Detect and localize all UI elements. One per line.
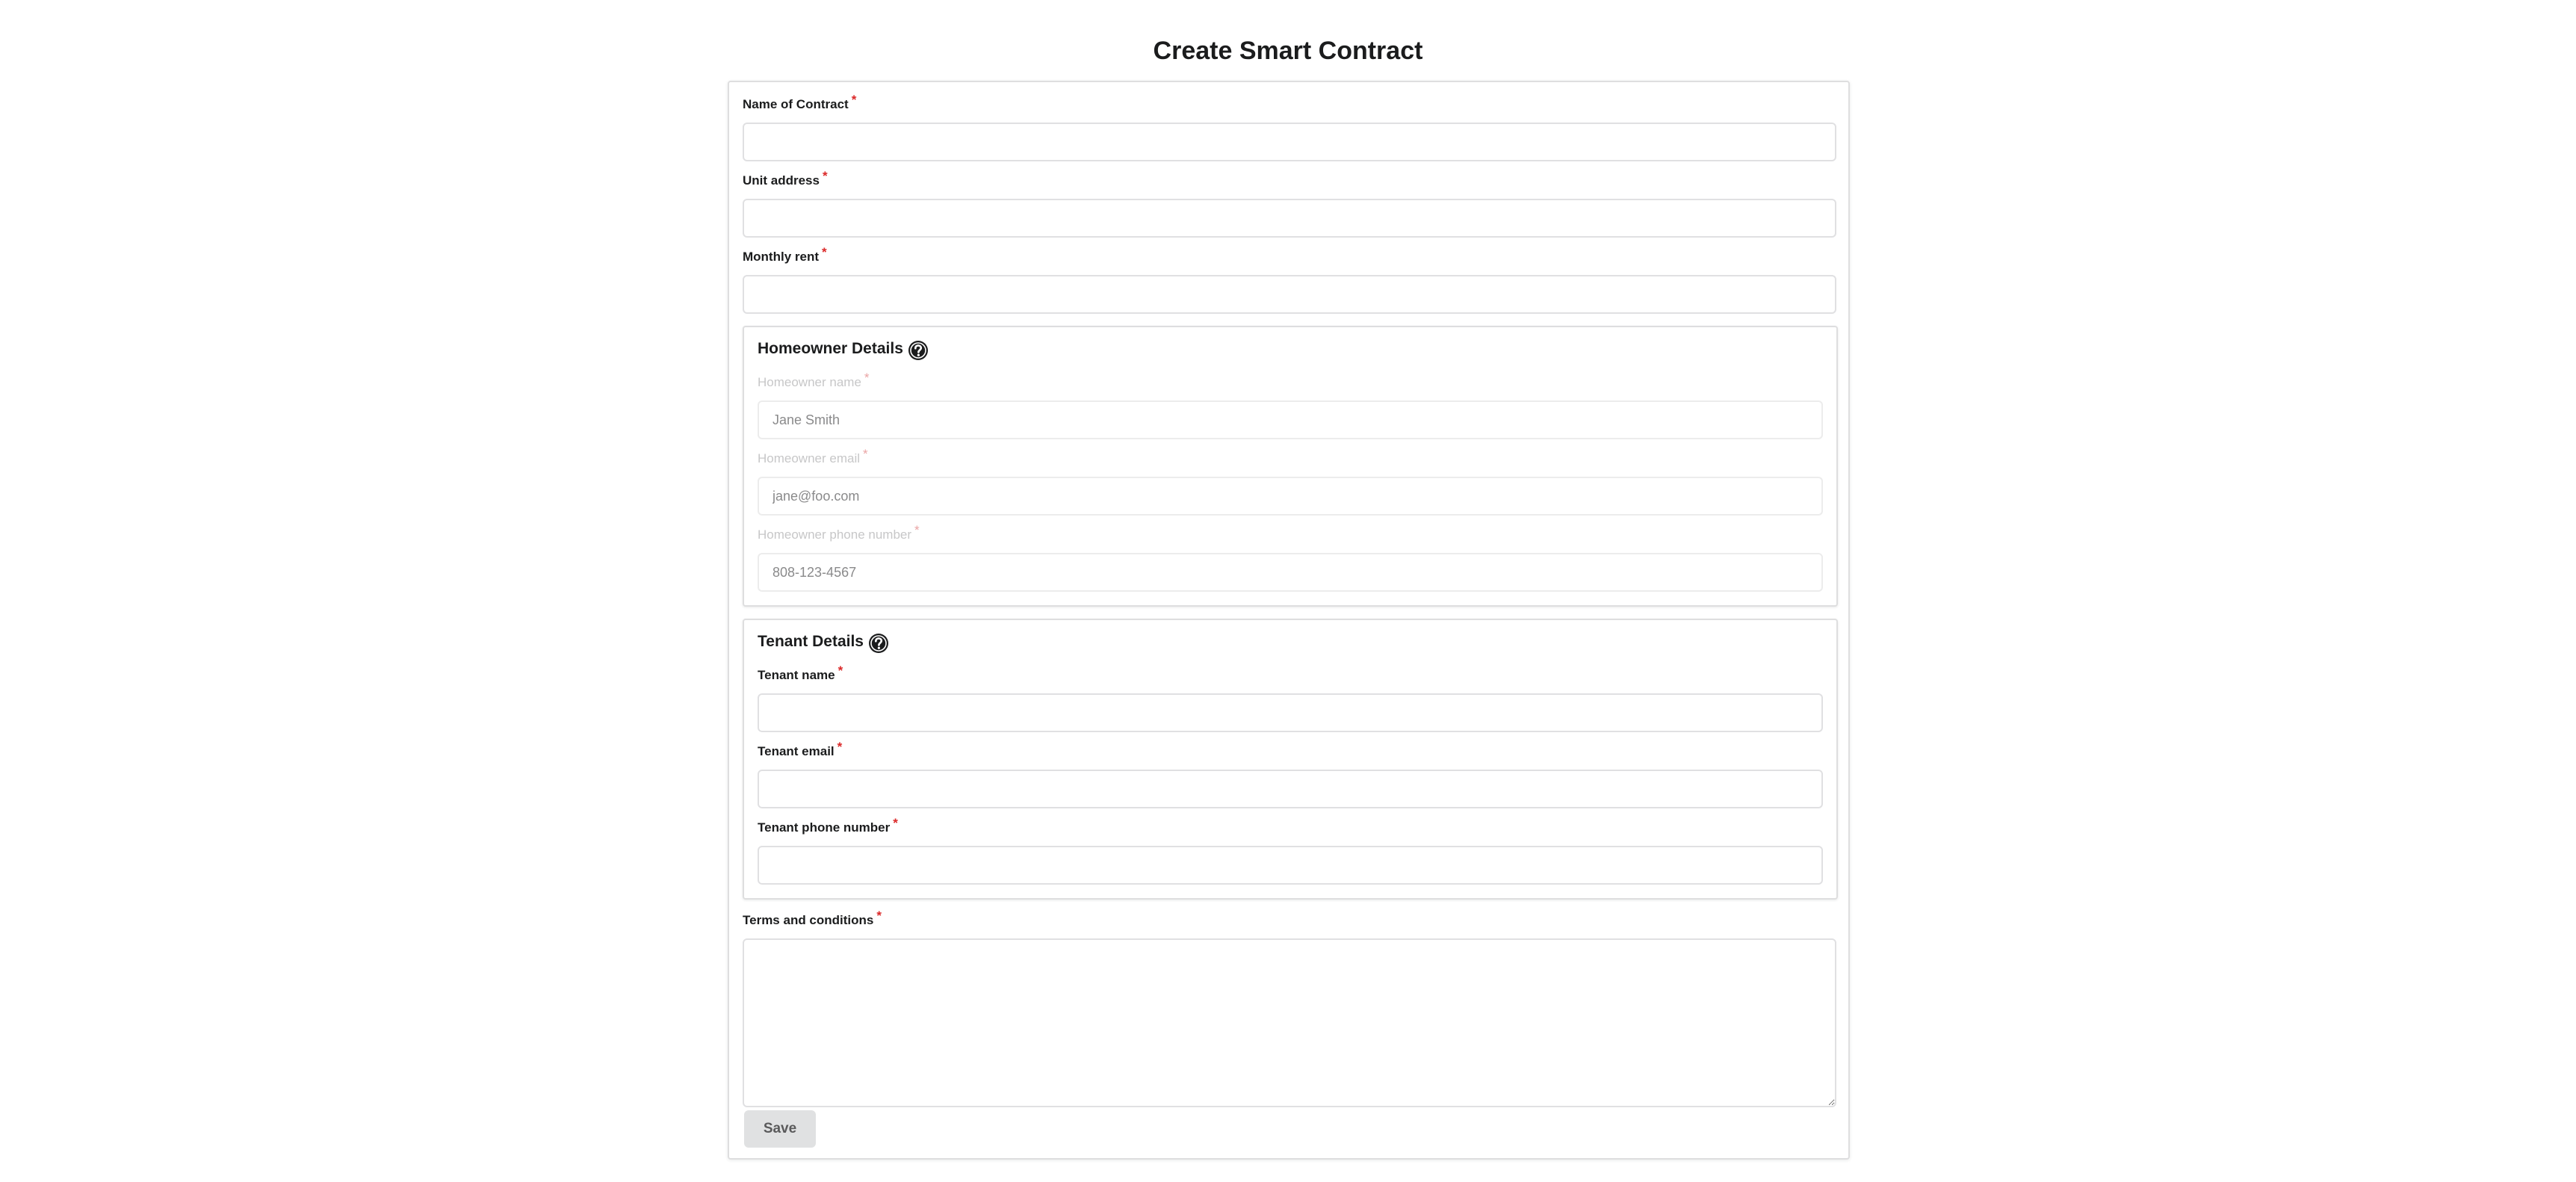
contract-name-field: Name of Contract * bbox=[743, 93, 1836, 161]
required-asterisk: * bbox=[837, 663, 843, 678]
tenant-email-field: Tenant email * bbox=[758, 740, 1823, 808]
required-asterisk: * bbox=[864, 371, 870, 385]
required-asterisk: * bbox=[863, 447, 868, 461]
homeowner-email-label: Homeowner email * bbox=[758, 447, 868, 465]
unit-address-label: Unit address * bbox=[743, 169, 828, 188]
tenant-email-label: Tenant email * bbox=[758, 740, 843, 758]
homeowner-email-field: Homeowner email * bbox=[758, 447, 1823, 516]
homeowner-section-heading: Homeowner Details bbox=[758, 340, 903, 357]
contract-name-label: Name of Contract * bbox=[743, 93, 857, 111]
unit-address-field: Unit address * bbox=[743, 169, 1836, 238]
homeowner-name-label: Homeowner name * bbox=[758, 371, 870, 389]
terms-textarea[interactable] bbox=[743, 938, 1836, 1107]
create-contract-form: Name of Contract * Unit address * Monthly … bbox=[728, 81, 1850, 1160]
tenant-name-input[interactable] bbox=[758, 693, 1823, 732]
monthly-rent-label: Monthly rent * bbox=[743, 245, 827, 264]
tenant-phone-label: Tenant phone number * bbox=[758, 816, 898, 835]
question-circle-icon[interactable] bbox=[868, 633, 889, 654]
required-asterisk: * bbox=[822, 169, 828, 183]
terms-label: Terms and conditions * bbox=[743, 909, 882, 927]
required-asterisk: * bbox=[893, 816, 898, 830]
question-circle-icon[interactable] bbox=[908, 340, 929, 361]
save-button[interactable]: Save bbox=[744, 1110, 816, 1148]
homeowner-phone-input bbox=[758, 553, 1823, 592]
homeowner-email-input bbox=[758, 477, 1823, 516]
unit-address-input[interactable] bbox=[743, 199, 1836, 238]
required-asterisk: * bbox=[837, 740, 843, 754]
homeowner-phone-label: Homeowner phone number * bbox=[758, 523, 920, 542]
monthly-rent-input[interactable] bbox=[743, 275, 1836, 314]
homeowner-name-field: Homeowner name * bbox=[758, 371, 1823, 439]
tenant-email-input[interactable] bbox=[758, 770, 1823, 808]
page-title: Create Smart Contract bbox=[1153, 37, 1423, 65]
homeowner-name-input bbox=[758, 400, 1823, 439]
required-asterisk: * bbox=[914, 523, 920, 537]
homeowner-details-section: Homeowner Details Homeowner name* Homeow… bbox=[743, 326, 1838, 607]
required-asterisk: * bbox=[822, 245, 827, 259]
tenant-name-label: Tenant name * bbox=[758, 663, 843, 682]
contract-name-input[interactable] bbox=[743, 123, 1836, 161]
tenant-phone-input[interactable] bbox=[758, 846, 1823, 885]
homeowner-section-title: Homeowner Details bbox=[758, 338, 929, 360]
tenant-phone-field: Tenant phone number * bbox=[758, 816, 1823, 885]
monthly-rent-field: Monthly rent * bbox=[743, 245, 1836, 314]
required-asterisk: * bbox=[851, 93, 857, 107]
required-asterisk: * bbox=[876, 909, 882, 923]
tenant-details-section: Tenant Details Tenant name * Tenant email… bbox=[743, 619, 1838, 900]
tenant-section-title: Tenant Details bbox=[758, 631, 889, 653]
terms-field: Terms and conditions * bbox=[743, 909, 1836, 1107]
tenant-name-field: Tenant name * bbox=[758, 663, 1823, 732]
tenant-section-heading: Tenant Details bbox=[758, 633, 864, 650]
homeowner-phone-field: Homeowner phone number * bbox=[758, 523, 1823, 592]
